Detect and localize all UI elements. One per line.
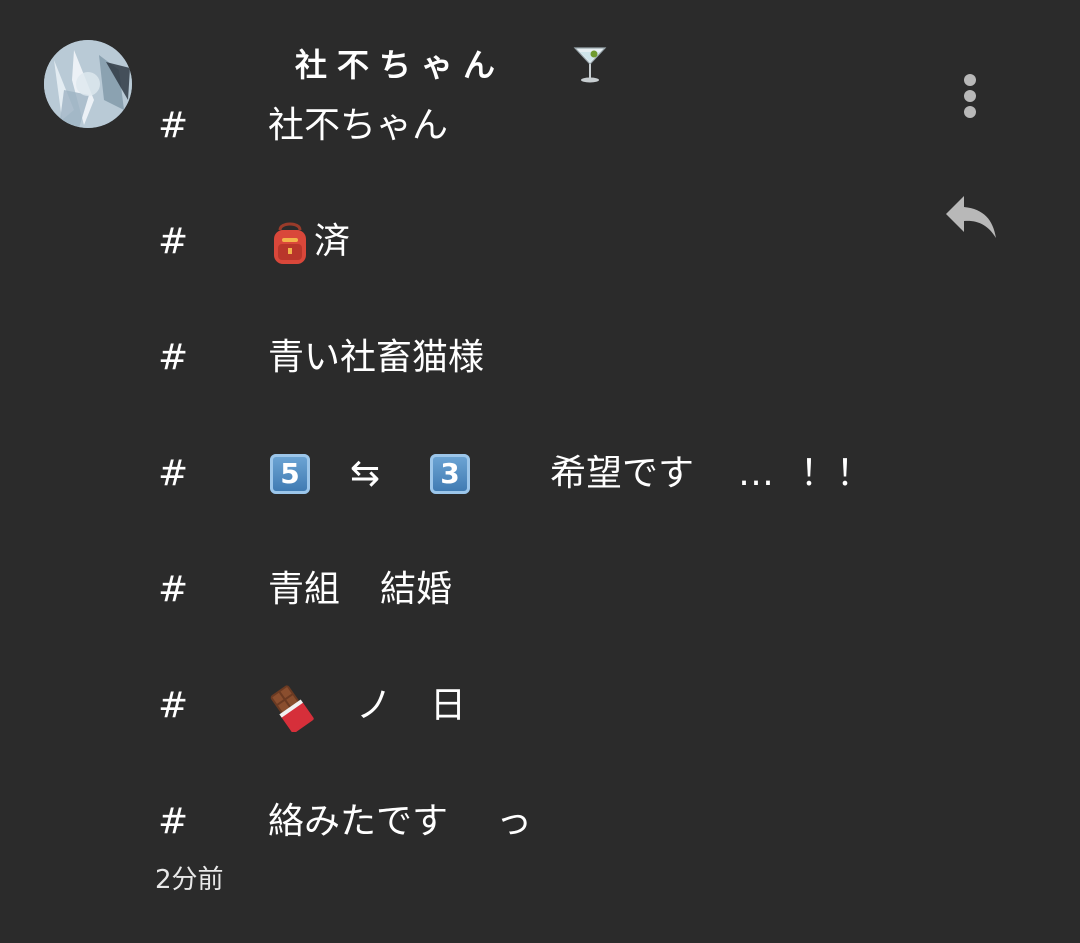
display-name[interactable]: 社不ちゃん	[295, 40, 505, 90]
body-text: 青組	[268, 569, 341, 610]
hashtag-symbol: #	[158, 685, 189, 726]
body-text: 済	[314, 221, 351, 262]
body-line: # 青組 結婚	[0, 560, 1000, 620]
hashtag-symbol: #	[158, 569, 189, 610]
hashtag-symbol: #	[158, 337, 189, 378]
body-line: # 済	[0, 212, 1000, 272]
backpack-icon	[274, 222, 306, 264]
body-text: 希望です	[550, 453, 695, 494]
body-text: 青い社畜猫様	[268, 337, 485, 378]
body-line: # 青い社畜猫様	[0, 328, 1000, 388]
swap-arrow-icon: ⇆	[350, 453, 381, 494]
chocolate-bar-icon	[270, 685, 314, 732]
body-text: …	[738, 453, 774, 494]
body-text: ！！	[800, 453, 873, 494]
body-text: 結婚	[380, 569, 453, 610]
hashtag-symbol: #	[158, 221, 189, 262]
cocktail-glass-icon	[573, 47, 607, 83]
body-text: ノ	[356, 685, 393, 726]
body-line: # 5 ⇆ 3 希望です … ！！	[0, 444, 1000, 504]
post-card: 社不ちゃん # 社不ちゃん # 済 # 青い社畜猫様 # 5 ⇆ 3 希望です …	[0, 0, 1080, 943]
body-text: 日	[430, 685, 467, 726]
timestamp: 2分前	[155, 865, 224, 895]
body-line: # ノ 日	[0, 676, 1000, 736]
more-dot	[964, 74, 976, 86]
keycap-3-icon: 3	[430, 454, 470, 494]
body-line: # 社不ちゃん	[0, 96, 1000, 156]
body-text: 絡みたです	[268, 801, 449, 842]
hashtag-symbol: #	[158, 453, 189, 494]
body-text: 社不ちゃん	[268, 105, 449, 146]
body-text: っ	[496, 801, 533, 842]
hashtag-symbol: #	[158, 105, 189, 146]
hashtag-symbol: #	[158, 801, 189, 842]
keycap-5-icon: 5	[270, 454, 310, 494]
body-line: # 絡みたです っ	[0, 792, 1000, 852]
